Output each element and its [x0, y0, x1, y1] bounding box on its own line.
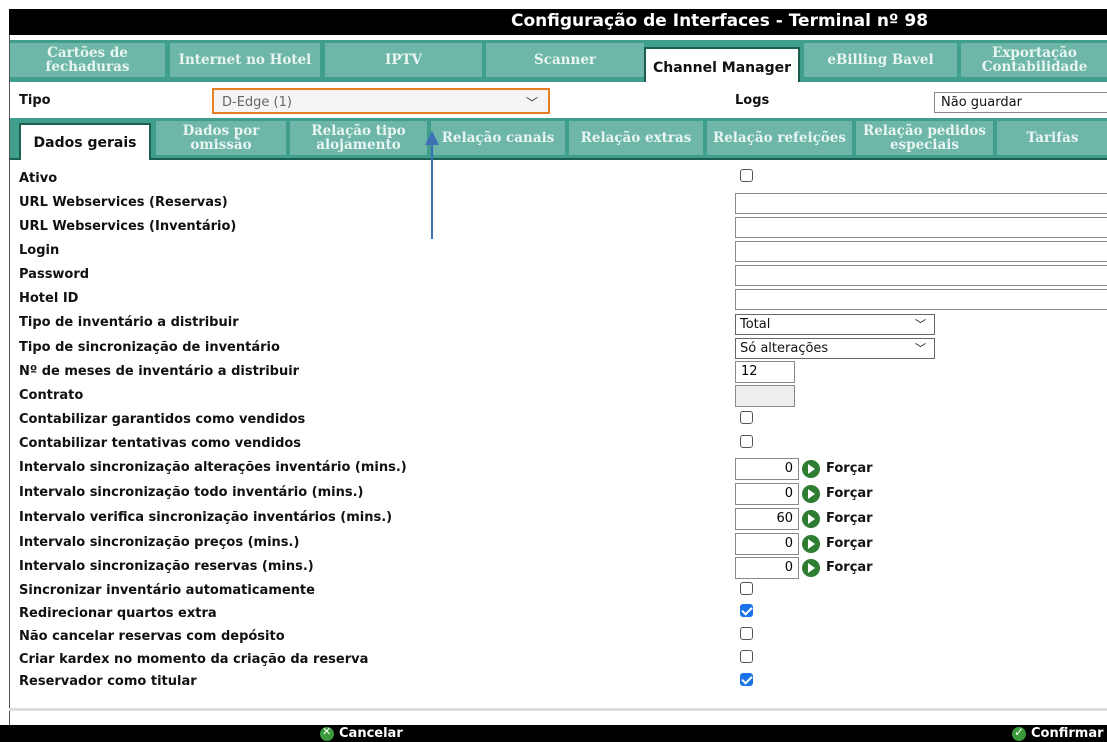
int-verifica-input[interactable]: 60 [735, 508, 799, 530]
tab-ebilling-bavel[interactable]: eBilling Bavel [804, 43, 957, 77]
sync-auto-label: Sincronizar inventário automaticamente [19, 583, 315, 598]
tipo-sync-value: Só alterações [740, 341, 829, 356]
logs-select[interactable]: Não guardar [934, 92, 1107, 113]
tab-scanner[interactable]: Scanner [486, 43, 644, 77]
window-title: Configuração de Interfaces - Terminal nº… [511, 11, 929, 31]
nao-cancelar-label: Não cancelar reservas com depósito [19, 629, 285, 644]
divider [9, 708, 1107, 711]
force-precos-link[interactable]: Forçar [826, 536, 873, 551]
dialog-frame: Cartões de fechaduras Internet no Hotel … [9, 35, 1107, 725]
tentativas-label: Contabilizar tentativas como vendidos [19, 436, 302, 451]
meses-label: Nº de meses de inventário a distribuir [19, 364, 300, 379]
int-alteracoes-input[interactable]: 0 [735, 458, 799, 480]
force-todo-link[interactable]: Forçar [826, 486, 873, 501]
tipo-sync-select[interactable]: Só alterações ﹀ [735, 338, 935, 359]
int-precos-label: Intervalo sincronização preços (mins.) [19, 535, 300, 550]
sync-auto-checkbox[interactable] [740, 582, 753, 595]
chevron-down-icon: ﹀ [915, 342, 926, 355]
garantidos-checkbox[interactable] [740, 411, 753, 424]
tab-cartoes-fechaduras[interactable]: Cartões de fechaduras [10, 43, 165, 77]
subtab-dados-omissao[interactable]: Dados por omissão [156, 121, 286, 155]
contrato-label: Contrato [19, 388, 84, 403]
login-input[interactable] [735, 241, 1107, 262]
tab-internet-hotel[interactable]: Internet no Hotel [170, 43, 320, 77]
password-input[interactable] [735, 265, 1107, 286]
chevron-down-icon: ﹀ [915, 318, 926, 331]
force-arrow-icon[interactable] [802, 559, 820, 577]
window-title-bar: Configuração de Interfaces - Terminal nº… [9, 9, 1107, 35]
tentativas-checkbox[interactable] [740, 435, 753, 448]
force-arrow-icon[interactable] [802, 510, 820, 528]
int-reservas-input[interactable]: 0 [735, 557, 799, 579]
annotation-arrow [431, 137, 433, 239]
tab-exportacao-contabilidade[interactable]: Exportação Contabilidade [961, 43, 1107, 77]
int-alteracoes-label: Intervalo sincronização alterações inven… [19, 460, 407, 475]
tipo-sync-label: Tipo de sincronização de inventário [19, 340, 280, 355]
subtab-relacao-refeicoes[interactable]: Relação refeições [707, 121, 852, 155]
int-verifica-label: Intervalo verifica sincronização inventá… [19, 510, 393, 525]
force-arrow-icon[interactable] [802, 460, 820, 478]
url-reservas-label: URL Webservices (Reservas) [19, 195, 228, 210]
int-precos-input[interactable]: 0 [735, 533, 799, 555]
url-inventario-input[interactable] [735, 217, 1107, 238]
tipo-inventario-value: Total [740, 317, 771, 332]
tipo-label: Tipo [19, 93, 51, 108]
login-label: Login [19, 243, 60, 258]
cancel-label: Cancelar [339, 726, 403, 741]
redirecionar-checkbox[interactable] [740, 604, 753, 617]
confirm-button[interactable]: Confirmar [1012, 725, 1104, 742]
chevron-down-icon: ﹀ [525, 96, 538, 110]
titular-checkbox[interactable] [740, 673, 753, 686]
tipo-inventario-label: Tipo de inventário a distribuir [19, 315, 239, 330]
top-tab-bar: Cartões de fechaduras Internet no Hotel … [10, 40, 1107, 87]
logs-label: Logs [735, 93, 770, 108]
force-reservas-link[interactable]: Forçar [826, 560, 873, 575]
titular-label: Reservador como titular [19, 674, 197, 689]
hotel-id-label: Hotel ID [19, 291, 79, 306]
subtab-relacao-tipo-alojamento[interactable]: Relação tipo alojamento [290, 121, 427, 155]
ativo-label: Ativo [19, 171, 58, 186]
password-label: Password [19, 267, 90, 282]
subtab-dados-gerais[interactable]: Dados gerais [19, 123, 151, 160]
tab-iptv[interactable]: IPTV [325, 43, 482, 77]
redirecionar-label: Redirecionar quartos extra [19, 606, 217, 621]
kardex-checkbox[interactable] [740, 650, 753, 663]
contrato-input[interactable] [735, 385, 795, 407]
int-todo-label: Intervalo sincronização todo inventário … [19, 485, 364, 500]
kardex-label: Criar kardex no momento da criação da re… [19, 652, 369, 667]
force-arrow-icon[interactable] [802, 485, 820, 503]
tipo-inventario-select[interactable]: Total ﹀ [735, 314, 935, 335]
subtab-relacao-pedidos-especiais[interactable]: Relação pedidos especiais [856, 121, 993, 155]
force-verifica-link[interactable]: Forçar [826, 511, 873, 526]
footer-bar: Cancelar Confirmar [0, 725, 1107, 742]
url-inventario-label: URL Webservices (Inventário) [19, 219, 237, 234]
sub-tab-bar: Dados gerais Dados por omissão Relação t… [10, 118, 1107, 160]
force-alteracoes-link[interactable]: Forçar [826, 461, 873, 476]
subtab-relacao-canais[interactable]: Relação canais [431, 121, 565, 155]
subtab-tarifas[interactable]: Tarifas [997, 121, 1107, 155]
tipo-select[interactable]: D-Edge (1) ﹀ [212, 88, 550, 114]
cancel-button[interactable]: Cancelar [320, 725, 403, 742]
url-reservas-input[interactable] [735, 193, 1107, 214]
check-icon [1012, 725, 1026, 741]
meses-input[interactable]: 12 [735, 361, 795, 383]
garantidos-label: Contabilizar garantidos como vendidos [19, 412, 306, 427]
ativo-checkbox[interactable] [740, 169, 753, 182]
confirm-label: Confirmar [1031, 726, 1104, 741]
nao-cancelar-checkbox[interactable] [740, 627, 753, 640]
force-arrow-icon[interactable] [802, 535, 820, 553]
hotel-id-input[interactable] [735, 289, 1107, 310]
int-todo-input[interactable]: 0 [735, 483, 799, 505]
cancel-icon [320, 725, 334, 741]
tipo-value: D-Edge (1) [222, 95, 292, 110]
int-reservas-label: Intervalo sincronização reservas (mins.) [19, 559, 314, 574]
subtab-relacao-extras[interactable]: Relação extras [569, 121, 703, 155]
tab-channel-manager[interactable]: Channel Manager [644, 47, 800, 87]
